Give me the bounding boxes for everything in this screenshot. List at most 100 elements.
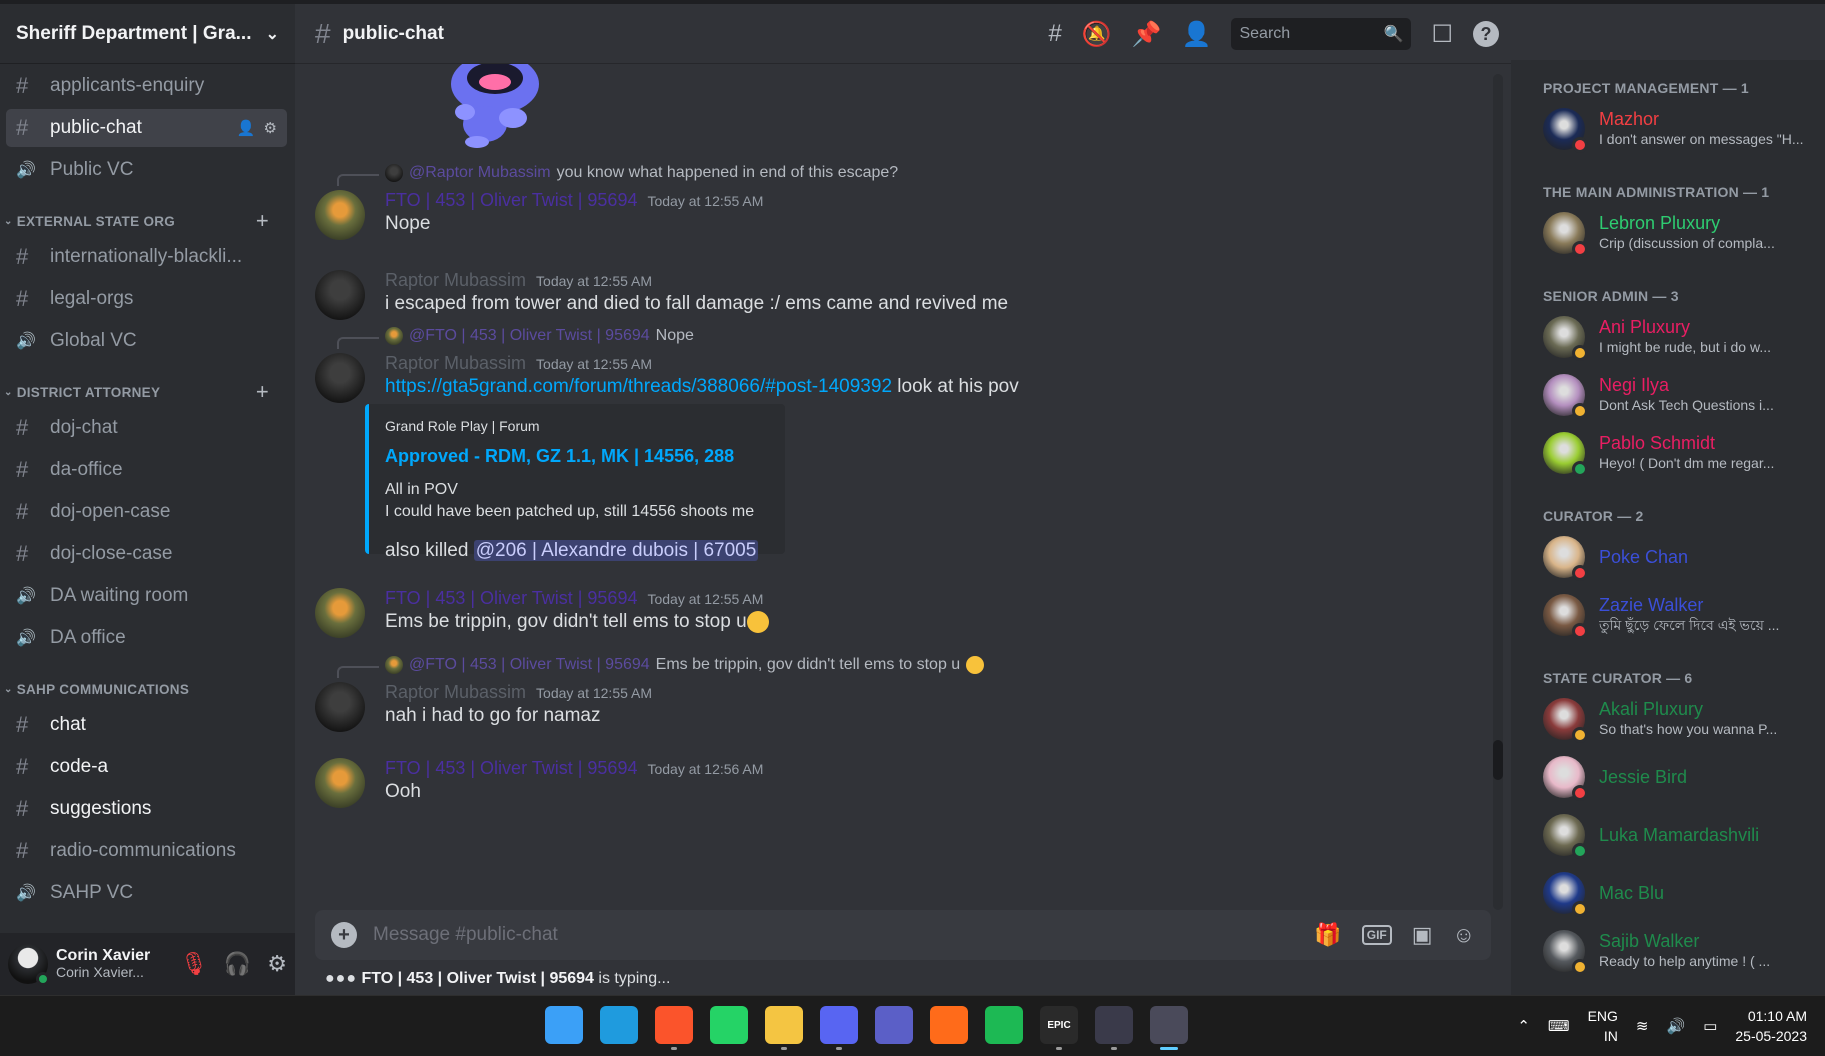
message-author[interactable]: Raptor Mubassim	[385, 353, 526, 374]
reply-preview[interactable]: @FTO | 453 | Oliver Twist | 95694 Nope	[385, 327, 1475, 345]
member-list-icon[interactable]: 👤	[1182, 20, 1212, 49]
channel-item[interactable]: 🔊 DA waiting room	[6, 577, 287, 615]
member-item[interactable]: Akali Pluxury So that's how you wanna P..…	[1511, 690, 1825, 748]
channel-item[interactable]: 🔊 DA office	[6, 619, 287, 657]
channel-item[interactable]: # da-office	[6, 451, 287, 489]
scrollbar-thumb[interactable]	[1493, 740, 1503, 780]
volume-icon[interactable]: 🔊	[1667, 1017, 1686, 1035]
message-author[interactable]: FTO | 453 | Oliver Twist | 95694	[385, 190, 637, 211]
battery-icon[interactable]: ▭	[1703, 1017, 1717, 1035]
keyboard-icon[interactable]: ⌨	[1548, 1017, 1570, 1035]
snipping-tool-icon[interactable]	[1150, 1006, 1188, 1050]
notification-bell-muted-icon[interactable]: 🔕	[1082, 20, 1112, 49]
channel-item[interactable]: 🔊 Public VC	[6, 151, 287, 189]
avatar[interactable]	[315, 270, 365, 320]
spotify-icon[interactable]	[985, 1006, 1023, 1044]
channel-category[interactable]: ⌄ DISTRICT ATTORNEY +	[0, 378, 287, 406]
app-icon[interactable]	[930, 1006, 968, 1044]
language-indicator[interactable]: ENG IN	[1588, 1006, 1618, 1046]
member-item[interactable]: Pablo Schmidt Heyo! ( Don't dm me regar..…	[1511, 424, 1825, 482]
member-item[interactable]: Sajib Walker Ready to help anytime ! ( ..…	[1511, 922, 1825, 980]
user-mention[interactable]: @206 | Alexandre dubois | 67005	[473, 540, 759, 561]
avatar[interactable]	[315, 588, 365, 638]
reply-preview[interactable]: @Raptor Mubassim you know what happened …	[385, 164, 1475, 182]
sticker-icon[interactable]: ▣	[1412, 922, 1433, 948]
message-author[interactable]: FTO | 453 | Oliver Twist | 95694	[385, 758, 637, 779]
edge-icon[interactable]	[600, 1006, 638, 1044]
help-icon[interactable]: ?	[1473, 21, 1499, 47]
wifi-icon[interactable]: ≋	[1636, 1017, 1649, 1035]
launcher-icon[interactable]	[1095, 1006, 1133, 1050]
whatsapp-icon[interactable]	[710, 1006, 748, 1044]
channel-item[interactable]: # legal-orgs	[6, 280, 287, 318]
message-input[interactable]	[373, 924, 1315, 946]
gift-icon[interactable]: 🎁	[1314, 922, 1341, 948]
member-item[interactable]: Lebron Pluxury Crip (discussion of compla…	[1511, 204, 1825, 262]
avatar[interactable]	[315, 758, 365, 808]
add-attachment-icon[interactable]: +	[331, 922, 357, 948]
member-name: Luka Mamardashvili	[1599, 825, 1760, 845]
avatar[interactable]	[315, 682, 365, 732]
create-channel-icon[interactable]: +	[256, 379, 269, 405]
channel-item[interactable]: 🔊 SAHP VC	[6, 874, 287, 912]
member-item[interactable]: Zazie Walker তুমি ছুঁড়ে ফেলে দিবে এই ভয়…	[1511, 586, 1825, 644]
reply-preview[interactable]: @FTO | 453 | Oliver Twist | 95694 Ems be…	[385, 656, 1475, 674]
create-channel-icon[interactable]: +	[256, 208, 269, 234]
channel-item[interactable]: # suggestions	[6, 790, 287, 828]
start-icon[interactable]	[545, 1006, 583, 1044]
message-author[interactable]: Raptor Mubassim	[385, 270, 526, 291]
message-author[interactable]: Raptor Mubassim	[385, 682, 526, 703]
user-info[interactable]: Corin Xavier Corin Xavier...	[56, 947, 150, 981]
channel-item[interactable]: # doj-chat	[6, 409, 287, 447]
member-item[interactable]: Mazhor I don't answer on messages "H...	[1511, 100, 1825, 158]
scrollbar-track[interactable]	[1493, 74, 1503, 910]
gif-button[interactable]: GIF	[1361, 925, 1392, 945]
forum-link[interactable]: https://gta5grand.com/forum/threads/3880…	[385, 376, 892, 397]
channel-item[interactable]: # doj-close-case	[6, 535, 287, 573]
user-avatar[interactable]	[8, 944, 50, 986]
channel-label: DA office	[50, 627, 126, 648]
member-item[interactable]: Ani Pluxury I might be rude, but i do w..…	[1511, 308, 1825, 366]
avatar[interactable]	[315, 353, 365, 403]
teams-icon[interactable]	[875, 1006, 913, 1044]
gear-icon[interactable]: ⚙	[267, 951, 287, 977]
emoji-picker-icon[interactable]: ☺	[1453, 922, 1475, 948]
discord-icon[interactable]	[820, 1006, 858, 1050]
clock[interactable]: 01:10 AM 25-05-2023	[1735, 1006, 1807, 1046]
threads-icon[interactable]: #	[1048, 20, 1061, 48]
file-explorer-icon[interactable]	[765, 1006, 803, 1050]
pin-icon[interactable]: 📌	[1132, 20, 1162, 49]
brave-icon[interactable]	[655, 1006, 693, 1050]
server-header[interactable]: Sheriff Department | Gra... ⌄	[0, 4, 295, 64]
channel-item[interactable]: # code-a	[6, 748, 287, 786]
epic-games-icon[interactable]: EPIC	[1040, 1006, 1078, 1050]
embed-title[interactable]: Approved - RDM, GZ 1.1, MK | 14556, 288	[385, 446, 769, 467]
channel-item[interactable]: # applicants-enquiry	[6, 67, 287, 105]
presence-status-dot	[1572, 959, 1588, 975]
invite-icon[interactable]: 👤	[237, 119, 256, 137]
member-avatar	[1543, 108, 1588, 153]
channel-item[interactable]: # internationally-blackli...	[6, 238, 287, 276]
channel-category[interactable]: ⌄ EXTERNAL STATE ORG +	[0, 207, 287, 235]
member-item[interactable]: Poke Chan	[1511, 528, 1825, 586]
channel-item[interactable]: # doj-open-case	[6, 493, 287, 531]
chevron-up-icon[interactable]: ⌃	[1517, 1017, 1530, 1035]
chevron-down-icon: ⌄	[4, 683, 13, 695]
channel-item[interactable]: # chat	[6, 706, 287, 744]
member-item[interactable]: Mac Blu	[1511, 864, 1825, 922]
microphone-muted-icon[interactable]: 🎙	[180, 951, 208, 977]
avatar[interactable]	[315, 190, 365, 240]
channel-label: doj-open-case	[50, 501, 171, 522]
inbox-icon[interactable]: ☐	[1431, 20, 1453, 49]
message-author[interactable]: FTO | 453 | Oliver Twist | 95694	[385, 588, 637, 609]
headphones-icon[interactable]: 🎧	[224, 951, 251, 977]
channel-category[interactable]: ⌄ SAHP COMMUNICATIONS	[0, 675, 287, 703]
member-item[interactable]: Negi Ilya Dont Ask Tech Questions i...	[1511, 366, 1825, 424]
member-item[interactable]: Jessie Bird	[1511, 748, 1825, 806]
channel-item[interactable]: 🔊 Global VC	[6, 322, 287, 360]
search-box[interactable]: Search 🔍	[1231, 18, 1412, 50]
channel-item[interactable]: # public-chat 👤 ⚙	[6, 109, 287, 147]
gear-icon[interactable]: ⚙	[264, 119, 277, 137]
channel-item[interactable]: # radio-communications	[6, 832, 287, 870]
member-item[interactable]: Luka Mamardashvili	[1511, 806, 1825, 864]
